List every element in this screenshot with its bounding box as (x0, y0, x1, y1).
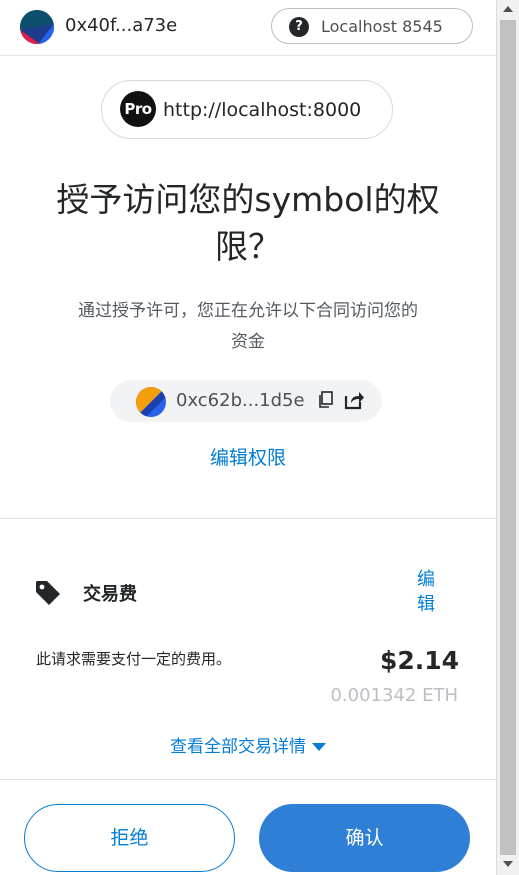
edit-fee-label-line-1: 编 (417, 569, 435, 590)
confirm-button[interactable]: 确认 (259, 804, 470, 872)
scrollbar-thumb[interactable] (500, 20, 516, 855)
site-origin-url: http://localhost:8000 (163, 99, 362, 121)
scroll-down-arrow-icon[interactable] (503, 861, 513, 867)
scroll-up-arrow-icon[interactable] (503, 6, 513, 12)
contract-address: 0xc62b...1d5e (176, 390, 305, 411)
site-icon: Pro (120, 91, 156, 127)
page-title: 授予访问您的symbol的权 限？ (30, 176, 466, 270)
edit-fee-button[interactable]: 编 辑 (408, 567, 444, 617)
site-origin-pill: Pro http://localhost:8000 (101, 80, 393, 139)
permission-approval-page: 0x40f...a73e ? Localhost 8545 Pro http:/… (0, 0, 496, 875)
edit-permission-link[interactable]: 编辑权限 (100, 443, 396, 470)
transaction-fee-label: 交易费 (83, 584, 137, 605)
header: 0x40f...a73e ? Localhost 8545 (0, 0, 496, 56)
fee-eth-amount: 0.001342 ETH (330, 685, 458, 706)
contract-avatar (136, 387, 166, 417)
view-details-label: 查看全部交易详情 (170, 737, 306, 757)
account-avatar[interactable] (20, 10, 54, 44)
divider (0, 779, 496, 780)
caret-down-icon (312, 743, 326, 751)
page-description: 通过授予许可，您正在允许以下合同访问您的 资金 (30, 296, 466, 358)
edit-fee-label-line-2: 辑 (417, 594, 435, 615)
view-transaction-details-link[interactable]: 查看全部交易详情 (130, 732, 366, 757)
fee-usd-amount: $2.14 (380, 646, 460, 675)
tag-icon (35, 580, 61, 606)
description-line-2: 资金 (231, 332, 265, 352)
contract-address-chip: 0xc62b...1d5e (110, 380, 382, 422)
divider (0, 518, 496, 519)
account-address[interactable]: 0x40f...a73e (65, 15, 177, 36)
question-icon: ? (289, 17, 309, 37)
network-label: Localhost 8545 (321, 17, 443, 36)
description-line-1: 通过授予许可，您正在允许以下合同访问您的 (78, 301, 418, 321)
title-line-1: 授予访问您的symbol的权 (56, 180, 440, 219)
fee-note: 此请求需要支付一定的费用。 (36, 650, 232, 668)
reject-button[interactable]: 拒绝 (24, 804, 235, 872)
title-line-2: 限？ (215, 227, 281, 266)
network-selector[interactable]: ? Localhost 8545 (271, 8, 473, 44)
share-icon[interactable] (344, 390, 364, 410)
copy-icon[interactable] (318, 391, 334, 409)
vertical-scrollbar[interactable] (496, 0, 519, 875)
